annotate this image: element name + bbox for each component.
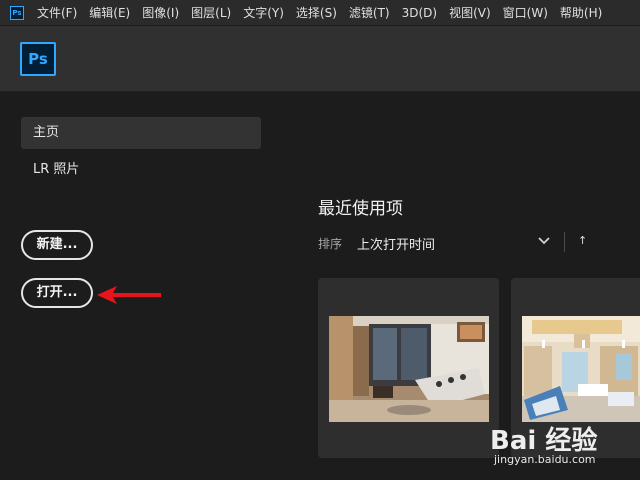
divider: [564, 232, 565, 252]
recent-file-card[interactable]: [318, 278, 499, 458]
sort-direction-icon[interactable]: ↑: [578, 234, 587, 247]
sidebar-item-home[interactable]: 主页: [21, 117, 261, 149]
watermark-logo: Bai 经验: [490, 426, 598, 456]
app-icon[interactable]: Ps: [10, 5, 24, 20]
menu-type[interactable]: 文字(Y): [240, 4, 287, 21]
menu-edit[interactable]: 编辑(E): [86, 4, 133, 21]
file-thumbnail: [522, 316, 640, 422]
menu-layer[interactable]: 图层(L): [188, 4, 234, 21]
menu-image[interactable]: 图像(I): [139, 4, 182, 21]
photoshop-logo: Ps: [20, 42, 56, 76]
new-button[interactable]: 新建...: [21, 230, 93, 260]
annotation-arrow-icon: [97, 286, 161, 304]
open-button[interactable]: 打开...: [21, 278, 93, 308]
menu-view[interactable]: 视图(V): [446, 4, 494, 21]
menu-filter[interactable]: 滤镜(T): [346, 4, 393, 21]
chevron-down-icon[interactable]: [536, 233, 552, 249]
menu-help[interactable]: 帮助(H): [557, 4, 605, 21]
watermark-url: jingyan.baidu.com: [494, 453, 596, 466]
baidu-watermark: Bai 经验 jingyan.baidu.com: [490, 420, 640, 476]
app-header: Ps: [0, 26, 640, 92]
file-thumbnail: [329, 316, 489, 422]
menu-file[interactable]: 文件(F): [34, 4, 80, 21]
sort-dropdown[interactable]: 上次打开时间: [357, 234, 435, 253]
menu-3d[interactable]: 3D(D): [399, 6, 440, 20]
menu-select[interactable]: 选择(S): [293, 4, 340, 21]
sidebar-item-lr-photos[interactable]: LR 照片: [21, 154, 261, 186]
menu-bar: Ps 文件(F) 编辑(E) 图像(I) 图层(L) 文字(Y) 选择(S) 滤…: [0, 0, 640, 26]
recent-title: 最近使用项: [318, 199, 403, 219]
sort-label: 排序: [318, 237, 343, 251]
menu-window[interactable]: 窗口(W): [500, 4, 551, 21]
